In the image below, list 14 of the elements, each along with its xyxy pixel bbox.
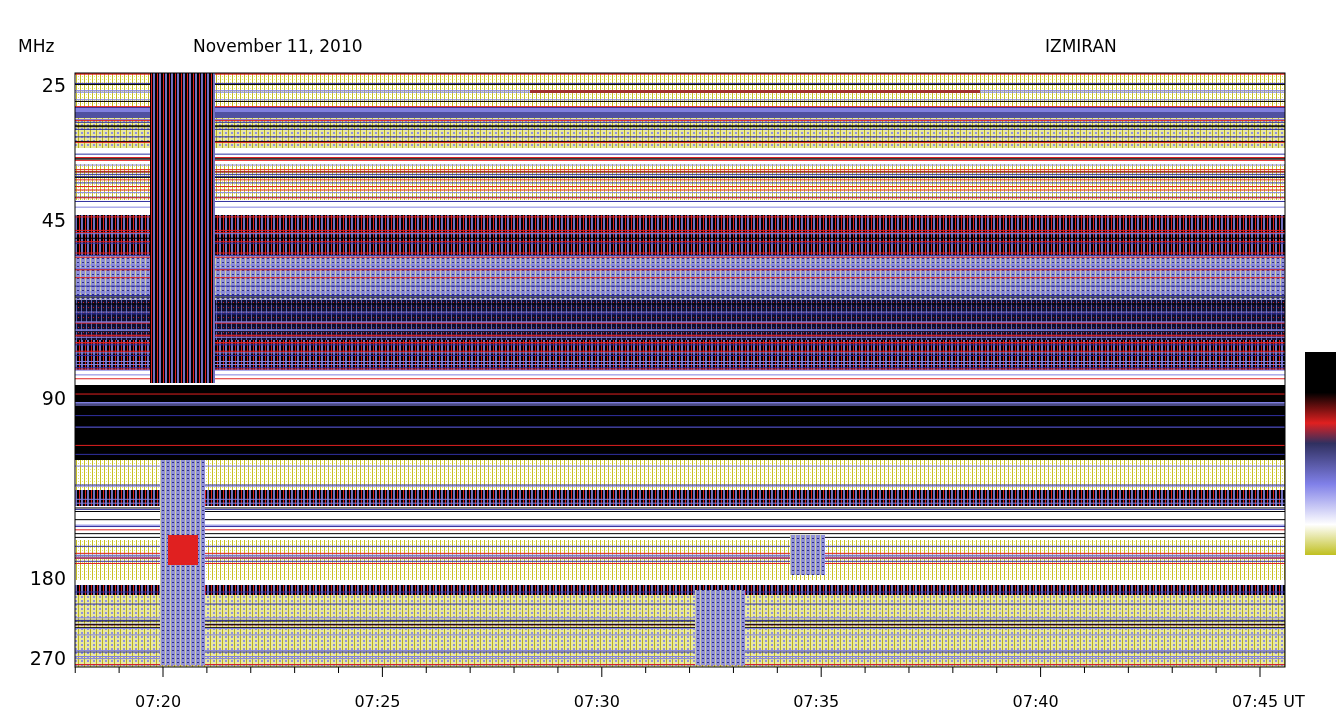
y-axis-label: 180: [29, 567, 66, 589]
date-title: November 11, 2010: [193, 36, 363, 56]
x-axis-label: 07:25: [354, 692, 401, 711]
unit-label: MHz: [18, 36, 55, 56]
y-axis-label: 25: [41, 74, 66, 96]
observatory-label: IZMIRAN: [1045, 36, 1117, 56]
y-axis-label: 45: [41, 209, 66, 231]
x-axis-label: 07:45 UT: [1232, 692, 1305, 711]
x-axis-label: 07:30: [573, 692, 620, 711]
x-axis-label: 07:40: [1012, 692, 1059, 711]
x-axis-label: 07:20: [135, 692, 182, 711]
x-axis-label: 07:35: [793, 692, 840, 711]
y-axis-label: 90: [41, 387, 66, 409]
y-axis-label: 270: [29, 647, 66, 669]
